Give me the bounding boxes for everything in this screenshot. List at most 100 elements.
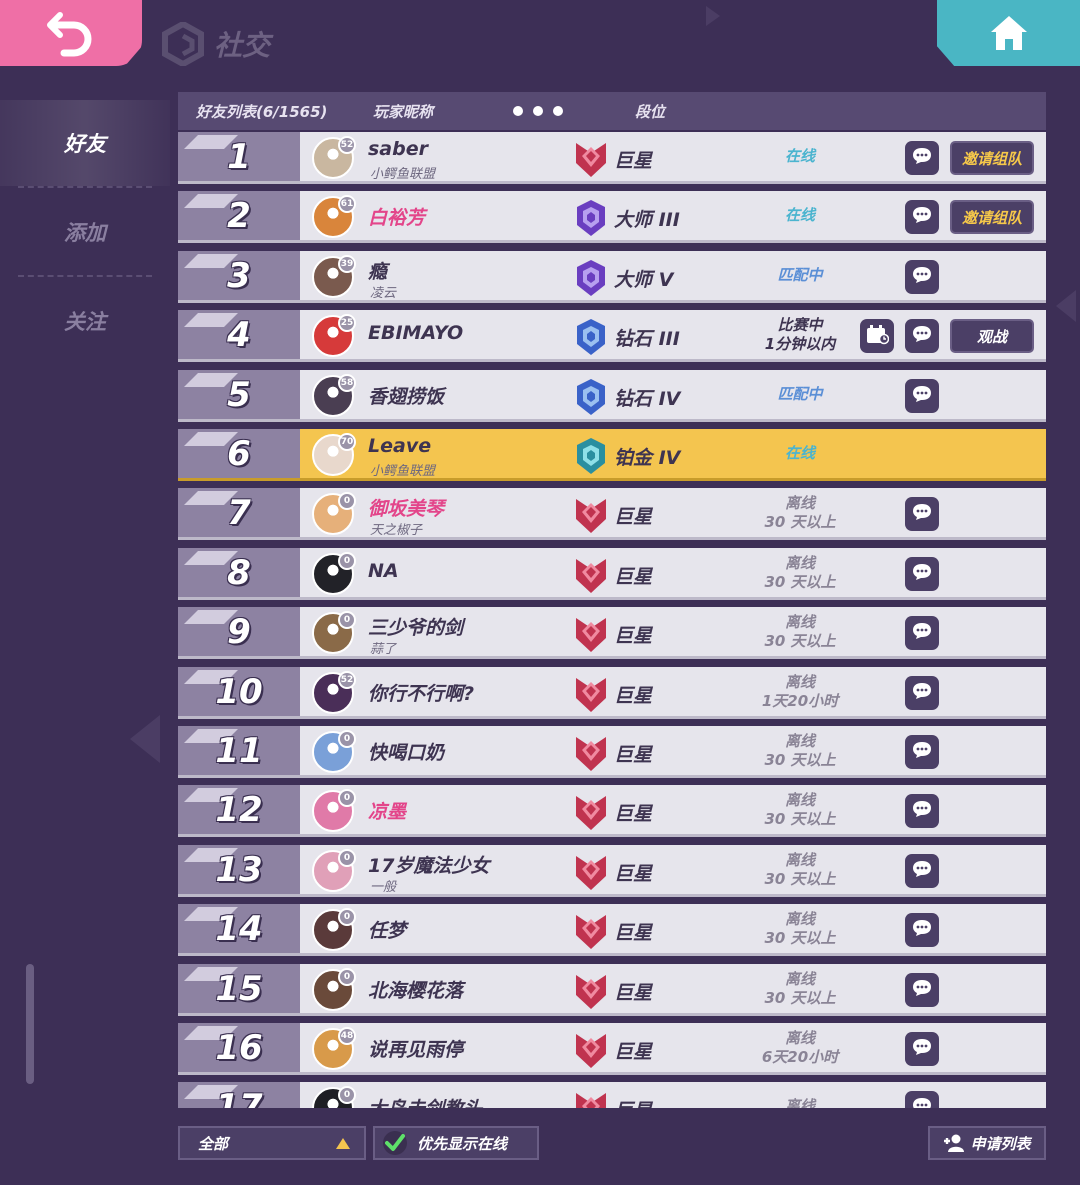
chat-button[interactable] <box>905 497 939 531</box>
friend-row[interactable]: 10 52 你行不行啊? 巨星 离线 1天20小时 <box>178 667 1046 719</box>
chat-button[interactable] <box>905 913 939 947</box>
row-number-cell: 1 <box>178 132 300 181</box>
chat-button[interactable] <box>905 1032 939 1066</box>
match-schedule-button[interactable] <box>860 319 894 353</box>
filter-dropdown[interactable]: 全部 <box>178 1126 366 1160</box>
friend-count-label: 好友列表(6/1565) <box>196 102 328 121</box>
rank-diamond-icon <box>574 377 608 417</box>
rank-label: 巨星 <box>614 1096 652 1108</box>
friend-row[interactable]: 4 25 EBIMAYO 钻石 III 比赛中 1分钟以内 观战 <box>178 310 1046 362</box>
friend-row[interactable]: 12 0 凉墨 巨星 离线 30 天以上 <box>178 785 1046 837</box>
nav-tab-follow[interactable]: 关注 <box>0 278 170 364</box>
online-status: 匹配中 <box>738 370 862 419</box>
friend-row[interactable]: 5 58 香翅捞饭 钻石 IV 匹配中 <box>178 370 1046 422</box>
spectate-button[interactable]: 观战 <box>950 319 1034 353</box>
back-button[interactable] <box>0 0 142 66</box>
chat-button[interactable] <box>905 854 939 888</box>
dropdown-arrow-icon <box>336 1138 350 1149</box>
chat-button[interactable] <box>905 379 939 413</box>
online-status: 离线 30 天以上 <box>738 488 862 537</box>
status-line: 离线 <box>784 1097 815 1108</box>
scrollbar[interactable] <box>26 964 34 1084</box>
friend-row[interactable]: 2 61 白裕芳 大师 III 在线 邀请组队 <box>178 191 1046 243</box>
rank-label: 巨星 <box>614 922 653 944</box>
chat-button[interactable] <box>905 141 939 175</box>
chat-button[interactable] <box>905 1091 939 1108</box>
more-options-icon[interactable] <box>513 106 563 116</box>
invite-team-button[interactable]: 邀请组队 <box>950 141 1034 175</box>
apply-list-label: 申请列表 <box>970 1134 1031 1153</box>
action-label: 邀请组队 <box>961 208 1022 227</box>
player-name: Leave <box>368 435 432 457</box>
friend-row-self[interactable]: 6 70 Leave 小鳄鱼联盟 铂金 IV 在线 <box>178 429 1046 481</box>
chat-button[interactable] <box>905 616 939 650</box>
chat-bubble-icon <box>911 1096 933 1108</box>
row-number-cell: 14 <box>178 904 300 953</box>
row-number-cell: 10 <box>178 667 300 716</box>
friend-row[interactable]: 3 39 瘾凌云 大师 V 匹配中 <box>178 251 1046 303</box>
online-status: 离线 30 天以上 <box>738 548 862 597</box>
row-number: 11 <box>215 730 263 771</box>
row-number: 16 <box>215 1027 263 1068</box>
level-badge: 0 <box>338 552 356 570</box>
row-number-cell: 4 <box>178 310 300 359</box>
nav-tab-friends[interactable]: 好友 <box>0 100 170 186</box>
status-line: 比赛中 <box>777 315 823 334</box>
player-name: 三少爷的剑 <box>368 617 464 639</box>
row-number-cell: 13 <box>178 845 300 894</box>
chat-button[interactable] <box>905 260 939 294</box>
invite-team-button[interactable]: 邀请组队 <box>950 200 1034 234</box>
online-status: 离线 6天20小时 <box>738 1023 862 1072</box>
chat-button[interactable] <box>905 735 939 769</box>
status-line: 离线 <box>784 909 815 928</box>
friend-list[interactable]: 1 52 saber 小鳄鱼联盟 巨星 在线 邀请组队 2 61 白裕芳 大师 III 在线 邀请组队 3… <box>176 132 1050 1108</box>
friend-row[interactable]: 9 0 三少爷的剑 蒜了 巨星 离线 30 天以上 <box>178 607 1046 659</box>
level-badge: 25 <box>338 314 356 332</box>
player-club: 蒜了 <box>370 642 397 657</box>
chat-bubble-icon <box>911 918 933 942</box>
friend-row[interactable]: 15 0 北海樱花落 巨星 离线 30 天以上 <box>178 964 1046 1016</box>
apply-list-button[interactable]: 申请列表 <box>928 1126 1046 1160</box>
status-line: 离线 <box>784 493 815 512</box>
friend-row[interactable]: 7 0 御坂美琴 天之椒子 巨星 离线 30 天以上 <box>178 488 1046 540</box>
check-icon <box>383 1131 407 1155</box>
nav-tab-add[interactable]: 添加 <box>0 189 170 275</box>
player-name: 大鸟击剑教头 <box>368 1094 482 1108</box>
nav-tab-label: 添加 <box>64 221 106 245</box>
player-name: 凉墨 <box>368 801 407 823</box>
rank-label: 钻石 IV <box>614 388 681 410</box>
social-logo-icon <box>162 22 204 66</box>
chat-button[interactable] <box>905 973 939 1007</box>
friend-row[interactable]: 13 0 17岁魔法少女 一般 巨星 离线 30 天以上 <box>178 845 1046 897</box>
rank-label: 巨星 <box>614 863 653 885</box>
row-number-cell: 5 <box>178 370 300 419</box>
chat-button[interactable] <box>905 319 939 353</box>
level-badge: 0 <box>338 968 356 986</box>
chat-button[interactable] <box>905 200 939 234</box>
player-club: 一般 <box>370 880 397 895</box>
chat-button[interactable] <box>905 794 939 828</box>
chat-button[interactable] <box>905 557 939 591</box>
friend-row[interactable]: 14 0 任梦 巨星 离线 30 天以上 <box>178 904 1046 956</box>
status-line: 离线 <box>784 1028 815 1047</box>
friend-row[interactable]: 16 48 说再见雨停 巨星 离线 6天20小时 <box>178 1023 1046 1075</box>
online-status: 在线 <box>738 132 862 181</box>
player-club: 小鳄鱼联盟 <box>370 167 436 182</box>
chat-bubble-icon <box>911 146 933 170</box>
friend-row[interactable]: 11 0 快喝口奶 巨星 离线 30 天以上 <box>178 726 1046 778</box>
level-badge: 0 <box>338 611 356 629</box>
friend-row[interactable]: 17 0 大鸟击剑教头 巨星 离线 <box>178 1082 1046 1108</box>
rank-star-icon <box>574 911 608 951</box>
online-status: 离线 30 天以上 <box>738 964 862 1013</box>
level-badge: 52 <box>338 136 356 154</box>
chat-button[interactable] <box>905 676 939 710</box>
online-first-toggle[interactable]: 优先显示在线 <box>373 1126 539 1160</box>
online-status: 在线 <box>738 429 862 478</box>
player-name: 说再见雨停 <box>368 1039 464 1061</box>
friend-row[interactable]: 8 0 NA 巨星 离线 30 天以上 <box>178 548 1046 600</box>
bg-decoration <box>1056 290 1076 322</box>
friend-row[interactable]: 1 52 saber 小鳄鱼联盟 巨星 在线 邀请组队 <box>178 132 1046 184</box>
online-status: 在线 <box>738 191 862 240</box>
rank-label: 大师 III <box>614 209 680 231</box>
home-button[interactable] <box>937 0 1080 66</box>
